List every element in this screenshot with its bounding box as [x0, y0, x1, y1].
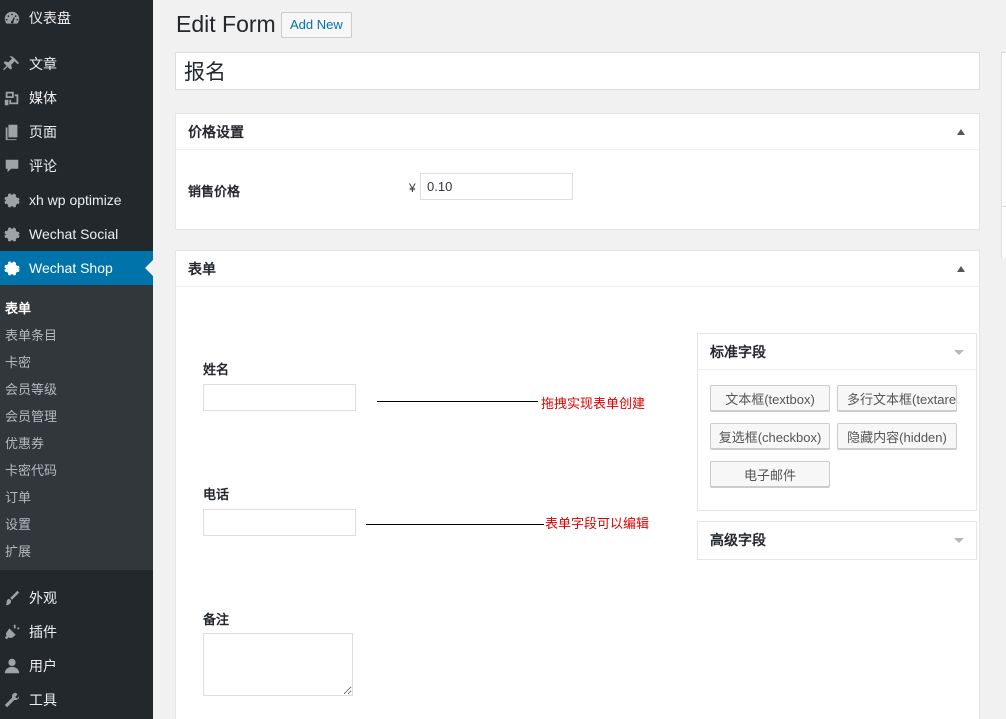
annotation-fields-editable: 表单字段可以编辑: [545, 516, 650, 531]
brush-icon: [2, 588, 22, 608]
menu-label: 工具: [29, 692, 57, 708]
sale-price-input[interactable]: [420, 173, 573, 200]
collapse-arrow-icon[interactable]: [954, 538, 964, 543]
add-email-button[interactable]: 电子邮件: [710, 461, 830, 487]
menu-pages[interactable]: 页面: [0, 115, 153, 149]
price-settings-box: 价格设置 销售价格 ¥: [175, 113, 980, 230]
menu-label: 仪表盘: [29, 10, 71, 26]
menu-users[interactable]: 用户: [0, 649, 153, 683]
field-notes-label: 备注: [203, 612, 230, 627]
user-icon: [2, 656, 22, 676]
field-phone-input[interactable]: [203, 509, 356, 536]
field-phone-label: 电话: [203, 487, 230, 502]
field-notes-textarea[interactable]: [203, 633, 353, 696]
currency-symbol: ¥: [409, 181, 416, 195]
price-settings-header[interactable]: 价格设置: [176, 114, 979, 150]
submenu-item-form-entries[interactable]: 表单条目: [5, 325, 57, 344]
submenu-item-member-level[interactable]: 会员等级: [5, 379, 57, 398]
annotation-drag-create: 拖拽实现表单创建: [541, 396, 646, 411]
comment-icon: [2, 156, 22, 176]
page-title: Edit Form: [176, 11, 276, 37]
menu-media[interactable]: 媒体: [0, 81, 153, 115]
right-sidebar-edge: [1001, 52, 1006, 258]
standard-fields-header[interactable]: 标准字段: [698, 334, 976, 370]
field-name-input[interactable]: [203, 384, 356, 411]
advanced-fields-header[interactable]: 高级字段: [698, 522, 976, 558]
standard-fields-panel: 标准字段 文本框(textbox) 多行文本框(textarea) 复选框(ch…: [697, 333, 977, 511]
gear-icon: [2, 258, 22, 278]
menu-label: 媒体: [29, 90, 57, 106]
collapse-arrow-icon[interactable]: [957, 266, 965, 272]
submenu-item-coupons[interactable]: 优惠券: [5, 433, 44, 452]
menu-label: xh wp optimize: [29, 192, 122, 208]
menu-label: 用户: [29, 658, 57, 674]
pin-icon: [2, 54, 22, 74]
media-icon: [2, 88, 22, 108]
submenu-item-member-manage[interactable]: 会员管理: [5, 406, 57, 425]
annotation-line: [366, 524, 544, 525]
menu-wechat-shop[interactable]: Wechat Shop: [0, 251, 153, 285]
menu-comments[interactable]: 评论: [0, 149, 153, 183]
plugin-icon: [2, 622, 22, 642]
gear-icon: [2, 190, 22, 210]
add-textarea-button[interactable]: 多行文本框(textarea): [837, 385, 957, 411]
form-box-header[interactable]: 表单: [176, 251, 979, 287]
wechat-shop-submenu: 表单 表单条目 卡密 会员等级 会员管理 优惠券 卡密代码 订单 设置 扩展: [0, 285, 153, 570]
advanced-fields-panel: 高级字段: [697, 521, 977, 560]
menu-dashboard[interactable]: 仪表盘: [0, 1, 153, 35]
page-icon: [2, 122, 22, 142]
menu-label: Wechat Shop: [29, 260, 113, 276]
menu-label: 页面: [29, 124, 57, 140]
menu-xh-wp-optimize[interactable]: xh wp optimize: [0, 183, 153, 217]
dashboard-icon: [2, 8, 22, 28]
menu-label: 评论: [29, 158, 57, 174]
menu-posts[interactable]: 文章: [0, 47, 153, 81]
field-name-label: 姓名: [203, 362, 230, 377]
submenu-item-card-codes[interactable]: 卡密代码: [5, 460, 57, 479]
add-new-button[interactable]: Add New: [281, 12, 352, 38]
menu-plugins[interactable]: 插件: [0, 615, 153, 649]
add-hidden-button[interactable]: 隐藏内容(hidden): [837, 423, 957, 449]
submenu-item-extensions[interactable]: 扩展: [5, 541, 31, 560]
submenu-item-card-secret[interactable]: 卡密: [5, 352, 31, 371]
collapse-arrow-icon[interactable]: [954, 350, 964, 355]
submenu-item-settings[interactable]: 设置: [5, 514, 31, 533]
add-textbox-button[interactable]: 文本框(textbox): [710, 385, 830, 411]
sale-price-label: 销售价格: [188, 184, 241, 199]
menu-label: 插件: [29, 624, 57, 640]
menu-tools[interactable]: 工具: [0, 683, 153, 717]
menu-wechat-social[interactable]: Wechat Social: [0, 217, 153, 251]
collapse-arrow-icon[interactable]: [957, 129, 965, 135]
add-checkbox-button[interactable]: 复选框(checkbox): [710, 423, 830, 449]
menu-label: 文章: [29, 56, 57, 72]
wrench-icon: [2, 690, 22, 710]
submenu-item-orders[interactable]: 订单: [5, 487, 31, 506]
annotation-line: [377, 401, 538, 402]
form-title-input[interactable]: [175, 52, 980, 90]
admin-sidebar: 仪表盘 文章 媒体 页面 评论 xh wp optimize Wechat So…: [0, 0, 153, 719]
menu-label: 外观: [29, 590, 57, 606]
menu-label: Wechat Social: [29, 226, 119, 242]
submenu-item-form[interactable]: 表单: [5, 298, 31, 317]
gear-icon: [2, 224, 22, 244]
menu-appearance[interactable]: 外观: [0, 581, 153, 615]
